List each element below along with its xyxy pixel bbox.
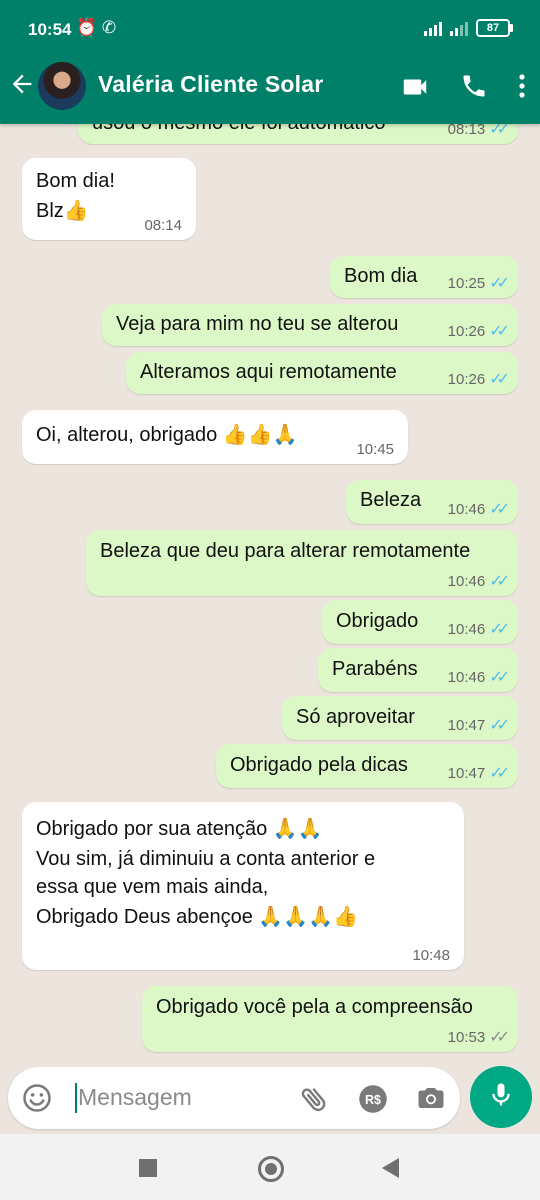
message-meta: 10:26 ✓✓ xyxy=(447,323,510,340)
message-time: 10:45 xyxy=(356,441,394,458)
message-text: Obrigado xyxy=(336,610,419,632)
message-time: 10:53 xyxy=(447,1029,486,1046)
message-meta: 10:25 ✓✓ xyxy=(447,275,510,292)
more-options-icon[interactable] xyxy=(518,72,526,102)
message-time: 10:46 xyxy=(447,501,486,518)
message-meta: 10:46 ✓✓ xyxy=(447,669,510,686)
message-time: 10:46 xyxy=(447,621,486,638)
read-ticks-icon: ✓✓ xyxy=(489,621,510,638)
message-outgoing[interactable]: Alteramos aqui remotamente 10:26 ✓✓ xyxy=(126,352,518,394)
message-time: 10:26 xyxy=(447,323,486,340)
message-text: essa que vem mais ainda, xyxy=(36,876,269,898)
message-text: Veja para mim no teu se alterou xyxy=(116,313,399,335)
read-ticks-icon: ✓✓ xyxy=(489,323,510,340)
message-meta: 10:47 ✓✓ xyxy=(447,765,510,782)
message-text: Beleza xyxy=(360,489,422,511)
message-meta: 08:14 xyxy=(144,218,182,234)
message-text: Só aproveitar xyxy=(296,706,415,728)
chat-header: Valéria Cliente Solar xyxy=(0,60,540,124)
read-ticks-icon: ✓✓ xyxy=(489,275,510,292)
message-list[interactable]: usou o mesmo ele foi automatico 08:13✓✓ … xyxy=(0,124,540,1066)
message-meta: 10:46 ✓✓ xyxy=(447,573,510,590)
message-time: 08:14 xyxy=(144,217,182,234)
message-time: 10:48 xyxy=(412,947,450,964)
message-text: Oi, alterou, obrigado 👍👍🙏 xyxy=(36,424,298,446)
read-ticks-icon: ✓✓ xyxy=(489,371,510,388)
read-ticks-icon: ✓✓ xyxy=(489,669,510,686)
message-meta: 10:48 xyxy=(412,948,450,964)
message-composer[interactable]: Mensagem R$ xyxy=(8,1067,460,1129)
back-button[interactable] xyxy=(382,1158,399,1178)
message-outgoing[interactable]: Obrigado você pela a compreensão 10:53 ✓✓ xyxy=(142,986,518,1052)
signal-icon xyxy=(424,20,442,36)
back-arrow-icon[interactable] xyxy=(8,70,38,100)
status-notification-icons: ⏰ ✆ xyxy=(76,18,117,37)
read-ticks-icon: ✓✓ xyxy=(489,573,510,590)
battery-icon: 87 xyxy=(476,19,513,37)
message-incoming[interactable]: Oi, alterou, obrigado 👍👍🙏 10:45 xyxy=(22,410,408,464)
message-text: usou o mesmo ele foi automatico xyxy=(92,124,386,138)
voice-call-icon[interactable] xyxy=(460,72,488,102)
message-text: Obrigado pela dicas xyxy=(230,754,408,776)
delivered-ticks-icon: ✓✓ xyxy=(489,1029,510,1046)
camera-icon[interactable] xyxy=(416,1083,446,1118)
message-meta: 10:46 ✓✓ xyxy=(447,621,510,638)
message-time: 10:46 xyxy=(447,573,486,590)
message-text: Bom dia xyxy=(344,265,418,287)
home-button[interactable] xyxy=(258,1156,284,1182)
signal-2-icon xyxy=(450,20,468,36)
recents-button[interactable] xyxy=(139,1159,157,1177)
status-time: 10:54 xyxy=(28,20,72,39)
message-outgoing[interactable]: Bom dia 10:25 ✓✓ xyxy=(330,256,518,298)
payment-icon[interactable]: R$ xyxy=(358,1084,388,1119)
message-text: Obrigado você pela a compreensão xyxy=(156,996,473,1018)
message-outgoing[interactable]: Beleza que deu para alterar remotamente … xyxy=(86,530,518,596)
read-ticks-icon: ✓✓ xyxy=(489,124,510,138)
message-text: Vou sim, já diminuiu a conta anterior e xyxy=(36,848,376,870)
message-time: 10:25 xyxy=(447,275,486,292)
contact-name[interactable]: Valéria Cliente Solar xyxy=(98,71,323,98)
system-navigation-bar xyxy=(0,1134,540,1200)
text-cursor xyxy=(75,1083,77,1113)
message-time: 10:26 xyxy=(447,371,486,388)
microphone-icon xyxy=(487,1081,515,1114)
message-text: Beleza que deu para alterar remotamente xyxy=(100,540,471,562)
video-call-icon[interactable] xyxy=(400,72,430,102)
message-text: Blz👍 xyxy=(36,200,89,222)
status-bar: 10:54 ⏰ ✆ 87 xyxy=(0,0,540,60)
message-text: Parabéns xyxy=(332,658,418,680)
message-text: Alteramos aqui remotamente xyxy=(140,361,397,383)
read-ticks-icon: ✓✓ xyxy=(489,717,510,734)
message-text: Obrigado Deus abençoe 🙏🙏🙏👍 xyxy=(36,906,358,928)
message-meta: 10:45 xyxy=(356,442,394,458)
message-meta: 10:53 ✓✓ xyxy=(447,1029,510,1046)
message-meta: 10:26 ✓✓ xyxy=(447,371,510,388)
emoji-icon[interactable] xyxy=(22,1083,52,1118)
message-outgoing[interactable]: usou o mesmo ele foi automatico 08:13✓✓ xyxy=(78,124,518,144)
message-meta: 10:47 ✓✓ xyxy=(447,717,510,734)
message-outgoing[interactable]: Beleza 10:46 ✓✓ xyxy=(346,480,518,524)
message-input[interactable]: Mensagem xyxy=(78,1084,192,1111)
message-outgoing[interactable]: Obrigado 10:46 ✓✓ xyxy=(322,600,518,644)
message-meta: 08:13 ✓✓ xyxy=(447,124,510,138)
read-ticks-icon: ✓✓ xyxy=(489,501,510,518)
read-ticks-icon: ✓✓ xyxy=(489,765,510,782)
contact-avatar[interactable] xyxy=(38,62,86,110)
attach-icon[interactable] xyxy=(298,1083,330,1120)
svg-text:R$: R$ xyxy=(365,1093,381,1107)
message-time: 08:13 xyxy=(447,124,486,138)
message-outgoing[interactable]: Parabéns 10:46 ✓✓ xyxy=(318,648,518,692)
message-outgoing[interactable]: Só aproveitar 10:47 ✓✓ xyxy=(282,696,518,740)
message-incoming[interactable]: Bom dia! Blz👍 08:14 xyxy=(22,158,196,240)
message-text: Bom dia! xyxy=(36,170,115,192)
message-outgoing[interactable]: Veja para mim no teu se alterou 10:26 ✓✓ xyxy=(102,304,518,346)
message-text: Obrigado por sua atenção 🙏🙏 xyxy=(36,818,323,840)
message-time: 10:47 xyxy=(447,765,486,782)
message-outgoing[interactable]: Obrigado pela dicas 10:47 ✓✓ xyxy=(216,744,518,788)
message-incoming[interactable]: Obrigado por sua atenção 🙏🙏 Vou sim, já … xyxy=(22,802,464,970)
message-time: 10:46 xyxy=(447,669,486,686)
message-time: 10:47 xyxy=(447,717,486,734)
message-meta: 10:46 ✓✓ xyxy=(447,501,510,518)
voice-message-button[interactable] xyxy=(470,1066,532,1128)
